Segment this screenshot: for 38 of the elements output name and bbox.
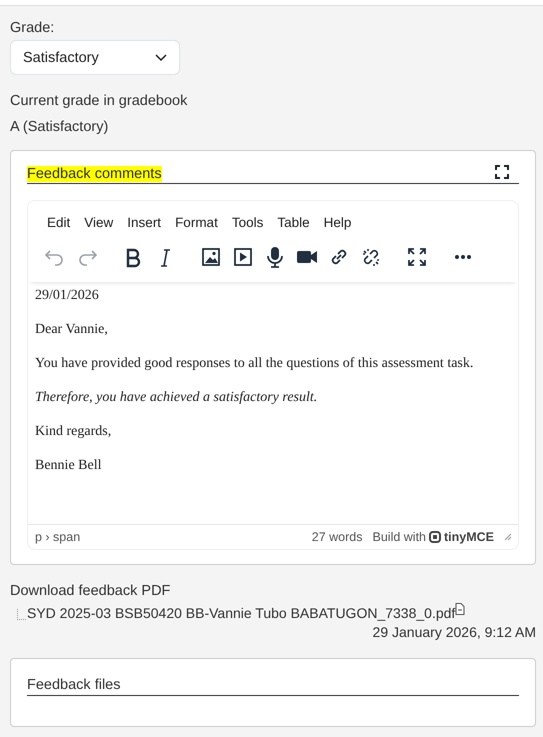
editor-paragraph: Therefore, you have achieved a satisfactory result. [35, 390, 318, 406]
play-icon [232, 246, 254, 268]
document-icon [455, 603, 466, 615]
current-grade-label: Current grade in gradebook [10, 93, 188, 109]
microphone-icon [264, 246, 286, 268]
editor-paragraph: Bennie Bell [35, 458, 102, 474]
editor-paragraph: You have provided good responses to all the questions of this assessment task. [35, 356, 474, 372]
resize-handle-icon[interactable] [504, 533, 512, 541]
editor-paragraph: Dear Vannie, [35, 322, 109, 338]
file-link[interactable]: SYD 2025-03 BSB50420 BB-Vannie Tubo BABATUGON_7338_0.pdf [27, 605, 456, 621]
element-path: p › span [35, 530, 82, 544]
unlink-icon [360, 246, 382, 268]
file-date: 29 January 2026, 9:12 AM [372, 624, 536, 640]
menu-item[interactable]: View [77, 213, 120, 232]
editor-paragraph: Kind regards, [35, 424, 112, 440]
menu-item[interactable]: Help [316, 213, 358, 232]
brand-name[interactable]: tinyMCE [444, 530, 494, 544]
menu-item[interactable]: Edit [40, 213, 78, 232]
menu-item[interactable]: Tools [224, 213, 270, 232]
menu-item[interactable]: Insert [120, 213, 168, 232]
menu-item[interactable]: Table [270, 213, 317, 232]
editor-paragraph: 29/01/2026 [35, 288, 100, 304]
brand-logo-icon [429, 531, 441, 543]
menu-item[interactable]: Format [168, 213, 225, 232]
current-grade-value: A (Satisfactory) [10, 119, 110, 135]
word-count: 27 words [312, 530, 362, 544]
tree-connector-icon [17, 609, 27, 621]
fullscreen-icon[interactable] [495, 165, 509, 179]
section-title: Feedback comments [27, 166, 162, 182]
more-icon [454, 254, 472, 260]
branding-text: Build with [372, 530, 426, 544]
grade-select[interactable]: Satisfactory [10, 40, 180, 75]
fullscreen-icon [406, 246, 428, 268]
section-title: Feedback files [27, 677, 120, 693]
image-icon [200, 246, 222, 268]
grade-label: Grade: [10, 20, 56, 36]
chevron-down-icon [155, 54, 167, 62]
download-label: Download feedback PDF [10, 583, 172, 599]
